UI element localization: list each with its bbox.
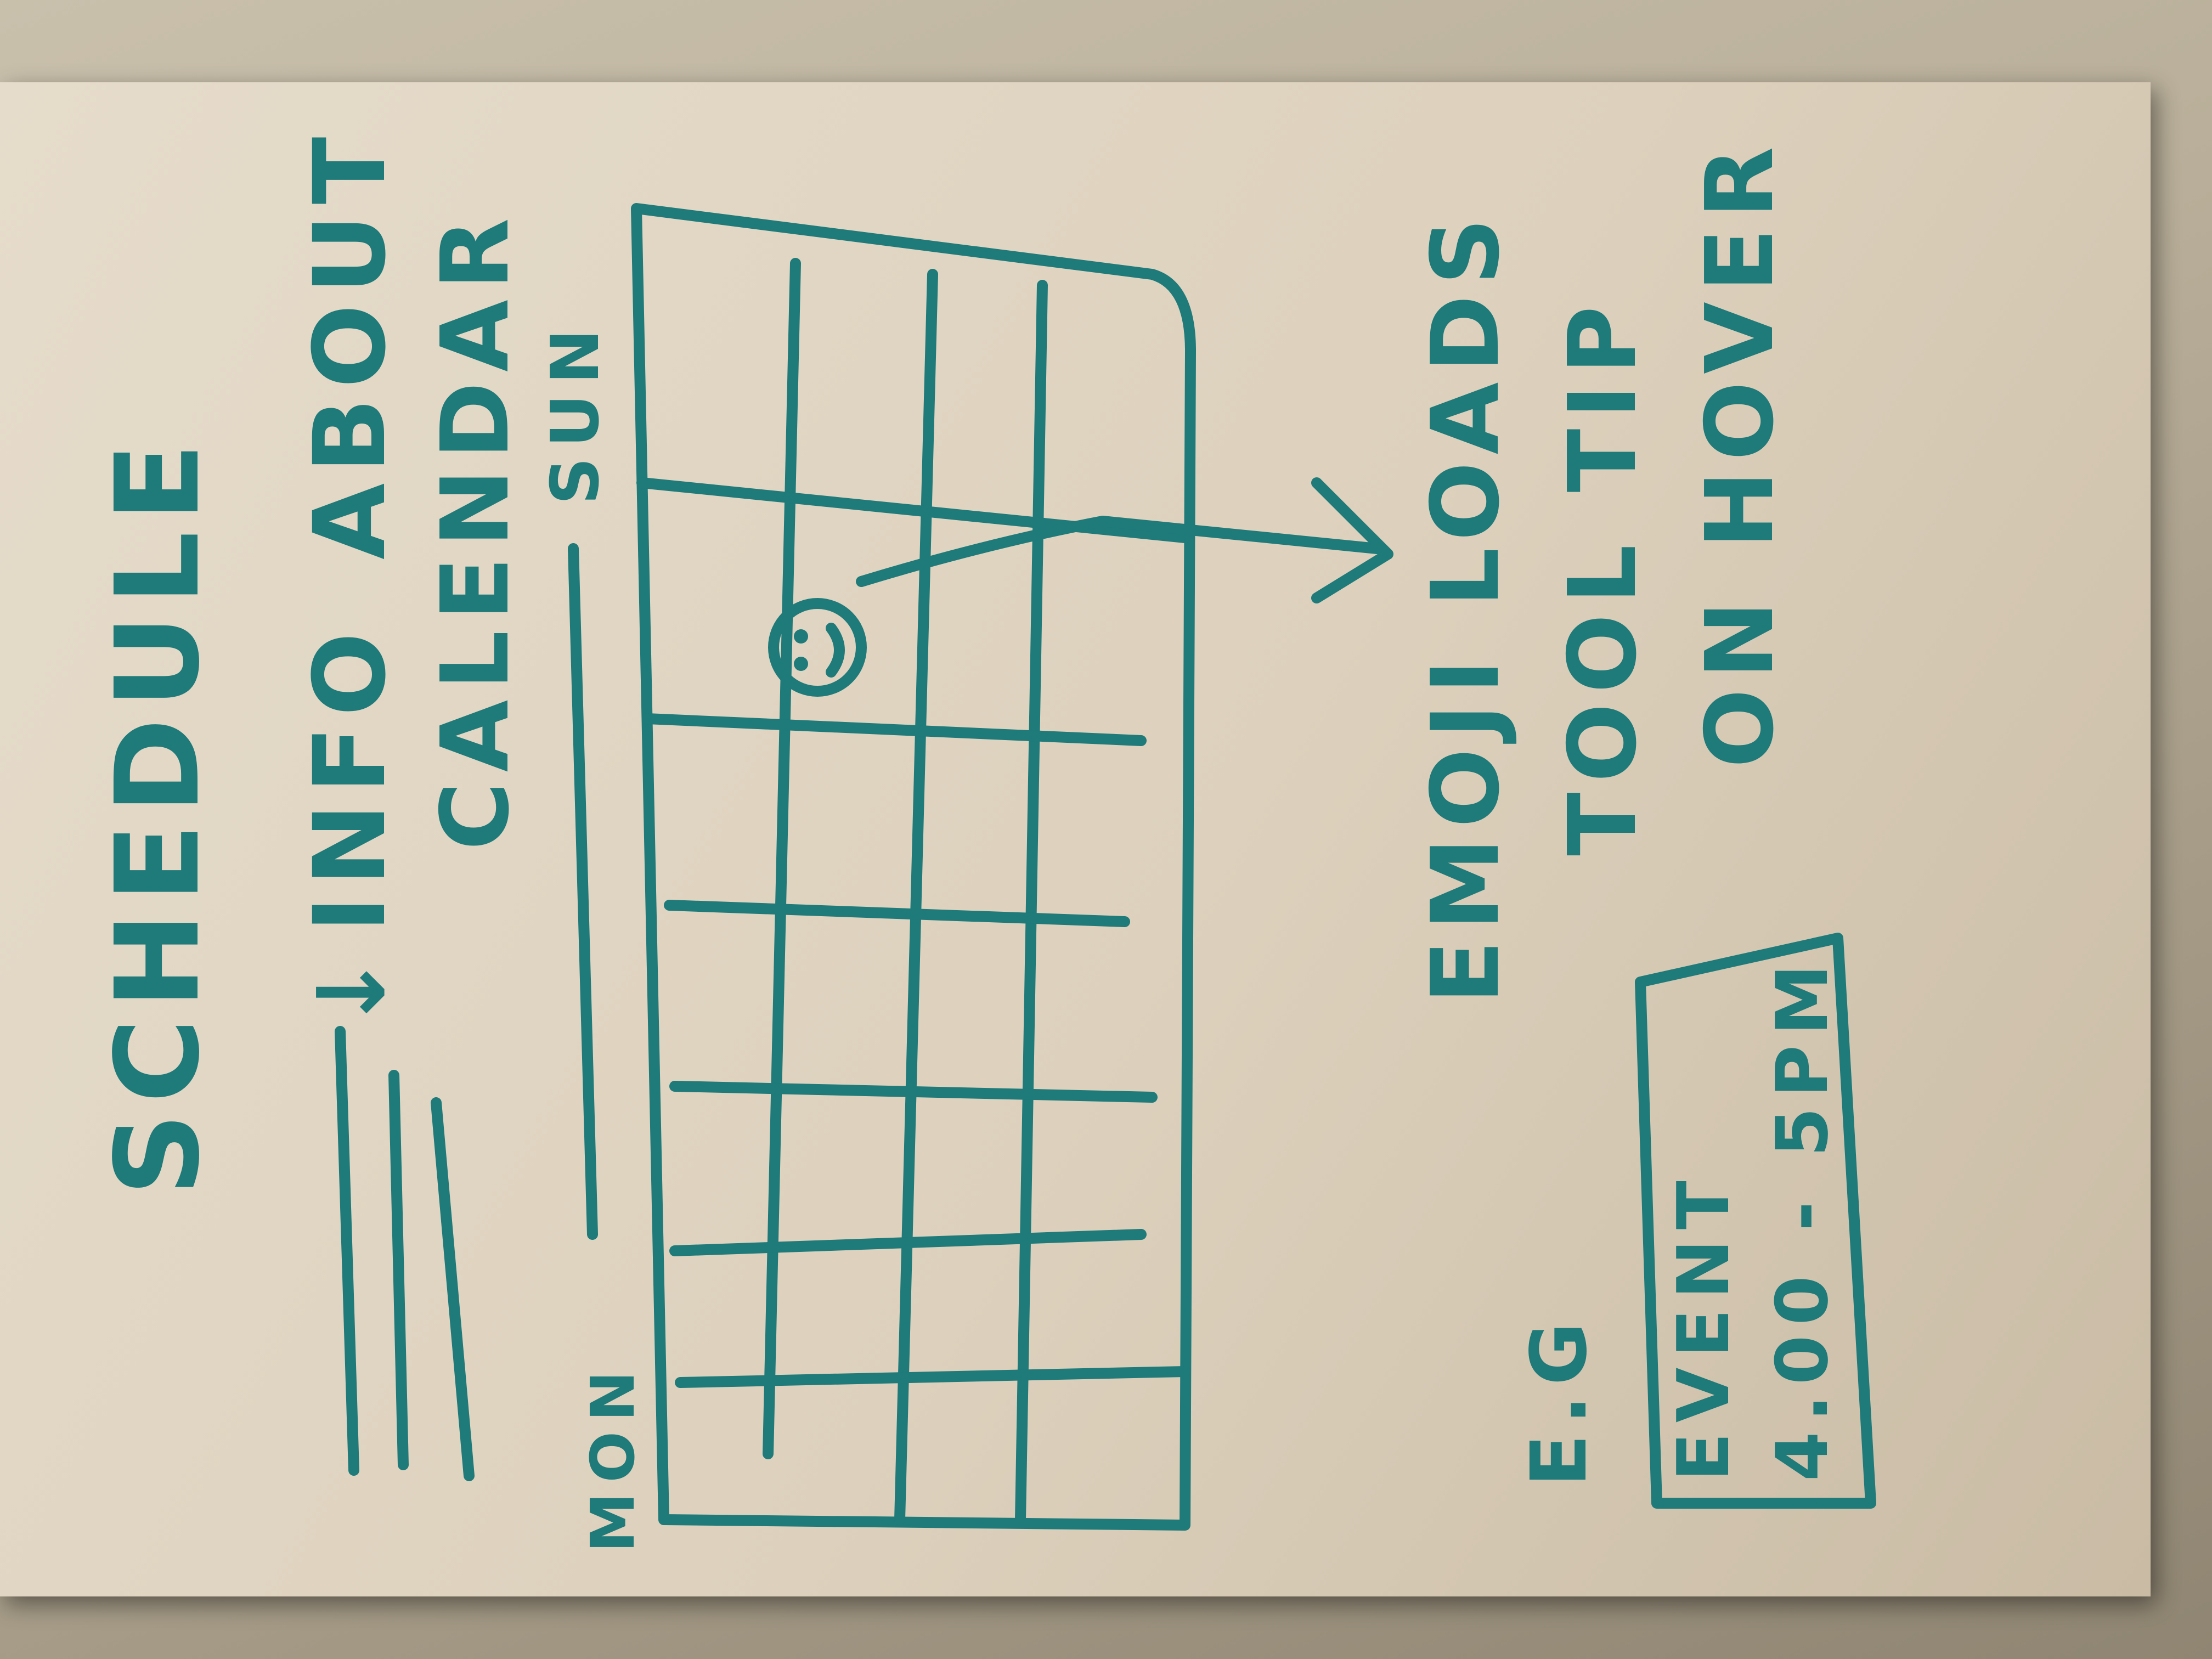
- event-tooltip-box[interactable]: EVENT 4.00 - 5PM: [1635, 933, 1876, 1509]
- event-title: EVENT: [1662, 1171, 1745, 1481]
- annotation-line-3: ON HOVER: [1686, 137, 1795, 768]
- sketch-title: SCHEDULE: [91, 433, 225, 1196]
- annotation-line-1: EMOJI LOADS: [1412, 208, 1520, 1004]
- nav-about[interactable]: ABOUT: [293, 127, 408, 560]
- wireframe-sketch: SCHEDULE ↓ INFO ABOUT CALENDAR SUN MON E…: [91, 127, 1876, 1553]
- date-range-bar: [568, 543, 598, 1240]
- day-label-mon: MON: [578, 1361, 648, 1553]
- nav-arrow-icon: ↓: [298, 944, 407, 1031]
- nav-calendar[interactable]: CALENDAR: [421, 208, 530, 850]
- calendar-grid: [631, 203, 1196, 1531]
- hamburger-menu-icon[interactable]: [335, 1026, 475, 1481]
- annotation-line-2: TOOL TIP: [1549, 296, 1657, 856]
- day-label-sun: SUN: [538, 319, 614, 505]
- photo-scene: SCHEDULE ↓ INFO ABOUT CALENDAR SUN MON E…: [0, 0, 2212, 1659]
- event-time: 4.00 - 5PM: [1760, 955, 1844, 1481]
- example-prefix: E.G: [1515, 1312, 1604, 1487]
- nav-info[interactable]: INFO: [293, 622, 408, 933]
